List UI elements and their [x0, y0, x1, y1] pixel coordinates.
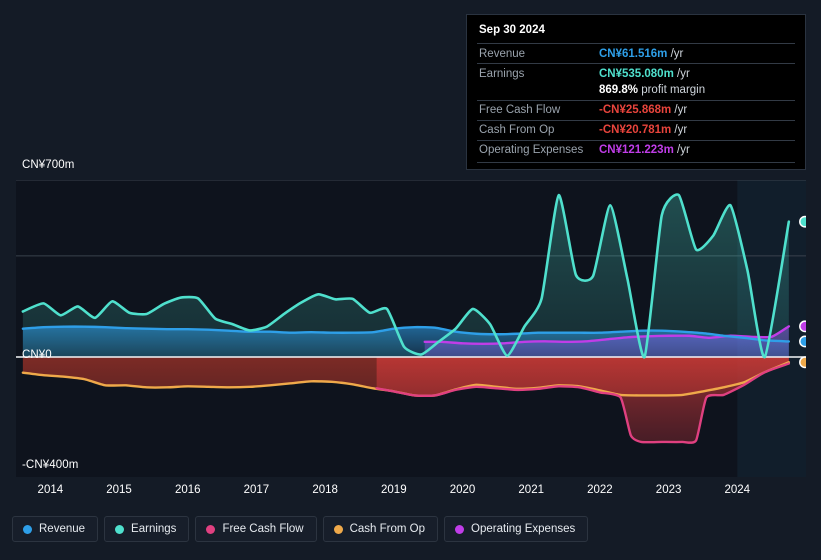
endpoint-marker-earnings — [799, 215, 806, 228]
tooltip-row: Cash From Op -CN¥20.781m /yr — [477, 119, 795, 140]
tooltip-profit-margin-row: 869.8% profit margin — [477, 83, 795, 100]
tooltip-row-amount: CN¥121.223m — [599, 144, 674, 156]
tooltip-row-label: Revenue — [479, 47, 526, 60]
legend-item-label: Revenue — [39, 523, 86, 535]
tooltip-row-value: -CN¥20.781m /yr — [599, 123, 687, 137]
tooltip-rows: Revenue CN¥61.516m /yr Earnings CN¥535.080m… — [477, 43, 795, 163]
x-axis-tick-label: 2022 — [587, 484, 613, 496]
legend-item-label: Operating Expenses — [471, 523, 576, 535]
x-axis-tick-label: 2017 — [243, 484, 270, 496]
legend-item-free-cash-flow[interactable]: Free Cash Flow — [195, 516, 317, 542]
tooltip-row-label: Earnings — [479, 67, 525, 80]
legend-color-dot-icon — [333, 524, 343, 534]
tooltip-row-value: -CN¥25.868m /yr — [599, 103, 687, 117]
tooltip-row-value: CN¥61.516m /yr — [599, 47, 683, 61]
legend-item-earnings[interactable]: Earnings — [104, 516, 190, 542]
tooltip-bottom-divider — [477, 161, 795, 163]
x-axis-tick-label: 2023 — [655, 484, 682, 496]
tooltip-row-amount: CN¥61.516m — [599, 47, 668, 60]
chart-legend[interactable]: Revenue Earnings Free Cash Flow Cash From O… — [12, 516, 589, 542]
x-axis-tick-label: 2024 — [724, 484, 751, 496]
tooltip-row-label: Free Cash Flow — [479, 104, 561, 116]
tooltip-row: Operating Expenses CN¥121.223m /yr — [477, 139, 795, 160]
x-axis-tick-label: 2016 — [174, 484, 201, 496]
tooltip-row-value: CN¥121.223m /yr — [599, 143, 690, 157]
legend-color-dot-icon — [206, 524, 216, 534]
legend-color-dot-icon — [115, 524, 125, 534]
tooltip-row-unit: /yr — [671, 104, 688, 116]
tooltip-row: Free Cash Flow -CN¥25.868m /yr — [477, 99, 795, 120]
tooltip-row-amount: -CN¥25.868m — [599, 104, 672, 116]
profit-margin-percent: 869.8% — [599, 84, 639, 96]
tooltip-date: Sep 30 2024 — [479, 24, 545, 36]
legend-color-dot-icon — [455, 524, 465, 534]
legend-item-label: Free Cash Flow — [222, 523, 304, 535]
endpoint-marker-operating-expenses — [799, 320, 806, 333]
x-axis-tick-label: 2015 — [106, 484, 132, 496]
tooltip-row-amount: -CN¥20.781m — [599, 124, 672, 136]
x-axis-tick-label: 2019 — [381, 484, 407, 496]
legend-color-dot-icon — [23, 524, 32, 534]
tooltip-row-amount: CN¥535.080m — [599, 67, 674, 80]
x-axis-tick-label: 2018 — [312, 484, 338, 496]
y-axis-tick-label: CN¥0 — [22, 349, 52, 361]
tooltip-row-label: Operating Expenses — [479, 144, 584, 156]
chart-tooltip: Sep 30 2024 Revenue CN¥61.516m /yr Earning… — [466, 14, 806, 170]
tooltip-profit-margin-value: 869.8% profit margin — [599, 83, 705, 97]
tooltip-row-unit: /yr — [667, 47, 684, 60]
tooltip-row-label: Cash From Op — [479, 124, 555, 136]
tooltip-row-unit: /yr — [673, 67, 690, 80]
endpoint-marker-revenue — [799, 335, 806, 348]
legend-item-operating-expenses[interactable]: Operating Expenses — [444, 516, 589, 542]
legend-item-cash-from-op[interactable]: Cash From Op — [322, 516, 439, 542]
tooltip-row: Revenue CN¥61.516m /yr — [477, 43, 795, 63]
endpoint-marker-cash-from-op — [799, 356, 806, 369]
tooltip-row: Earnings CN¥535.080m /yr — [477, 63, 795, 83]
x-axis-tick-label: 2014 — [37, 484, 64, 496]
y-axis-tick-label: CN¥700m — [22, 159, 75, 171]
x-axis-tick-label: 2020 — [449, 484, 476, 496]
legend-item-label: Earnings — [131, 523, 177, 535]
tooltip-row-value: CN¥535.080m /yr — [599, 67, 690, 81]
tooltip-row-unit: /yr — [671, 124, 688, 136]
legend-item-label: Cash From Op — [349, 523, 426, 535]
profit-margin-text: profit margin — [638, 84, 706, 96]
legend-item-revenue[interactable]: Revenue — [12, 516, 99, 542]
tooltip-row-unit: /yr — [673, 144, 690, 156]
x-axis-tick-label: 2021 — [518, 484, 544, 496]
y-axis-tick-label: -CN¥400m — [22, 459, 79, 471]
